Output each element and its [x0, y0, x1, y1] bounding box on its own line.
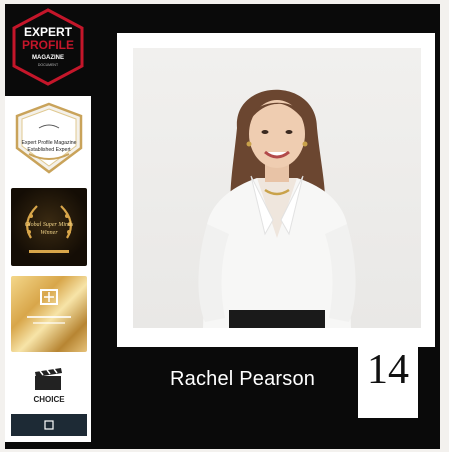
logo-line4: DOCUMENT [38, 63, 59, 67]
logo-line3: MAGAZINE [32, 55, 64, 61]
established-expert-badge: Expert Profile Magazine Established Expe… [15, 102, 83, 174]
logo-line1: EXPERT [24, 25, 73, 39]
choice-award-badge: CHOICE [11, 360, 87, 438]
issue-number-box: 14 [358, 338, 418, 418]
award-emblem-icon [27, 289, 71, 324]
portrait-illustration [198, 89, 356, 328]
badge2-line2: Winner [40, 230, 58, 236]
badge4-label: CHOICE [33, 395, 65, 404]
badge2-line1: Global Super Minds [25, 222, 74, 228]
global-super-minds-badge: Global Super Minds Winner [11, 188, 87, 266]
issue-number: 14 [367, 347, 409, 393]
laurel-icon: Global Super Minds Winner [25, 205, 74, 253]
awards-column: Expert Profile Magazine Established Expe… [5, 96, 91, 442]
badge1-line2: Established Expert [27, 147, 71, 153]
badge1-line1: Expert Profile Magazine [21, 140, 76, 146]
portrait-photo [133, 48, 421, 328]
expert-profile-logo: EXPERT PROFILE MAGAZINE DOCUMENT [12, 8, 84, 86]
badge4-footer [11, 414, 87, 436]
person-name: Rachel Pearson [170, 368, 316, 390]
gold-award-badge [11, 276, 87, 352]
logo-line2: PROFILE [22, 38, 74, 52]
clapperboard-icon [35, 368, 62, 390]
